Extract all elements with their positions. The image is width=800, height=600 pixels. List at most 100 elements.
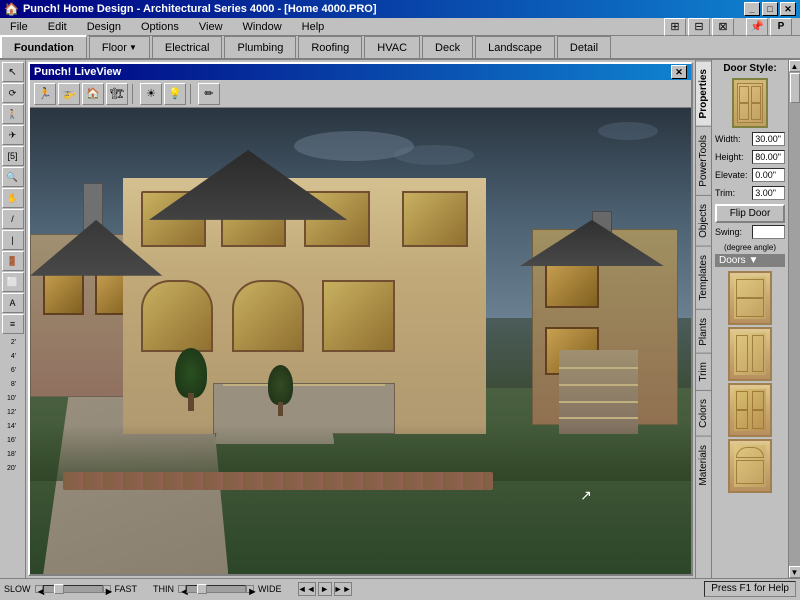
status-bar: SLOW ◄ ► FAST THIN ◄ ► WIDE ◄◄ ► ►► Pres…: [0, 578, 800, 598]
menu-file[interactable]: File: [4, 20, 34, 34]
menu-view[interactable]: View: [193, 20, 229, 34]
vtab-powertools[interactable]: PowerTools: [696, 126, 711, 195]
trim-value[interactable]: 3.00": [752, 186, 785, 200]
thin-right-arrow[interactable]: ►: [246, 585, 254, 593]
scroll-track[interactable]: [789, 72, 800, 566]
speed-slider[interactable]: [43, 585, 103, 593]
text-tool[interactable]: A: [2, 293, 24, 313]
height-value[interactable]: 80.00": [752, 150, 785, 164]
tab-detail[interactable]: Detail: [557, 36, 611, 58]
vtab-properties[interactable]: Properties: [696, 60, 711, 126]
view3-icon[interactable]: ⊠: [712, 18, 734, 36]
play-btn[interactable]: ►: [318, 582, 332, 596]
tab-deck[interactable]: Deck: [422, 36, 473, 58]
lv-sun-btn[interactable]: ☀: [140, 83, 162, 105]
grid-icon[interactable]: ⊞: [664, 18, 686, 36]
speed-thumb[interactable]: [54, 584, 64, 594]
elevate-value[interactable]: 0.00": [752, 168, 785, 182]
tab-landscape[interactable]: Landscape: [475, 36, 555, 58]
scroll-up-arrow[interactable]: ▲: [789, 60, 800, 72]
scroll-down-arrow[interactable]: ▼: [789, 566, 800, 578]
stair-tool[interactable]: ≡: [2, 314, 24, 334]
door-thumb-2[interactable]: [728, 327, 772, 381]
rotate-tool[interactable]: ⟳: [2, 83, 24, 103]
close-button[interactable]: ✕: [780, 2, 796, 16]
width-value[interactable]: 30.00": [752, 132, 785, 146]
left-toolbar: ↖ ⟳ 🚶 ✈ [5] 🔍 ✋ / | 🚪 ⬜ A ≡ 2' 4' 6' 8' …: [0, 60, 26, 578]
liveview-toolbar: 🏃 🚁 🏠 🏗 ☀ 💡 ✏: [30, 80, 691, 108]
menu-bar: File Edit Design Options View Window Hel…: [0, 18, 800, 36]
menu-window[interactable]: Window: [237, 20, 288, 34]
forward-btn[interactable]: ►►: [334, 582, 352, 596]
zoom-tool[interactable]: 🔍: [2, 167, 24, 187]
menu-help[interactable]: Help: [296, 20, 331, 34]
tab-foundation[interactable]: Foundation: [0, 35, 87, 58]
lv-walk-btn[interactable]: 🏃: [34, 83, 56, 105]
trim-field: Trim: 3.00": [715, 186, 785, 200]
menu-options[interactable]: Options: [135, 20, 185, 34]
vtab-templates[interactable]: Templates: [696, 246, 711, 309]
window-arch-1: [141, 280, 214, 352]
lv-light-btn[interactable]: 💡: [164, 83, 186, 105]
door-style-label: Door Style:: [715, 63, 785, 74]
slow-label: SLOW: [4, 584, 31, 594]
menu-design[interactable]: Design: [81, 20, 127, 34]
lv-outside-btn[interactable]: 🏠: [82, 83, 104, 105]
speed-right-arrow[interactable]: ►: [103, 585, 111, 593]
liveview-content[interactable]: ↗: [30, 108, 691, 574]
right-scrollbar: ▲ ▼: [788, 60, 800, 578]
right-panel: Properties PowerTools Objects Templates …: [695, 60, 800, 578]
menu-edit[interactable]: Edit: [42, 20, 73, 34]
punch-icon[interactable]: P: [770, 18, 792, 36]
lv-pencil-btn[interactable]: ✏: [198, 83, 220, 105]
width-thumb[interactable]: [197, 584, 207, 594]
vtab-objects[interactable]: Objects: [696, 195, 711, 246]
swing-field: Swing:: [715, 225, 785, 239]
width-slider[interactable]: [186, 585, 246, 593]
vtab-materials[interactable]: Materials: [696, 436, 711, 494]
thin-left-arrow[interactable]: ◄: [178, 585, 186, 593]
walk-tool[interactable]: 🚶: [2, 104, 24, 124]
window-tool[interactable]: ⬜: [2, 272, 24, 292]
speed-left-arrow[interactable]: ◄: [35, 585, 43, 593]
cloud-3: [598, 122, 658, 140]
app-title: Punch! Home Design - Architectural Serie…: [23, 3, 377, 15]
flip-door-button[interactable]: Flip Door: [715, 204, 785, 223]
wall-tool[interactable]: |: [2, 230, 24, 250]
minimize-button[interactable]: _: [744, 2, 760, 16]
tab-plumbing[interactable]: Plumbing: [224, 36, 296, 58]
hand-tool[interactable]: ✋: [2, 188, 24, 208]
scroll-thumb[interactable]: [790, 73, 800, 103]
tab-roofing[interactable]: Roofing: [298, 36, 362, 58]
lv-fly-btn[interactable]: 🚁: [58, 83, 80, 105]
wide-label: WIDE: [258, 584, 282, 594]
liveview-close-button[interactable]: ✕: [671, 65, 687, 79]
tab-floor[interactable]: Floor ▼: [89, 36, 150, 58]
measure-tool[interactable]: [5]: [2, 146, 24, 166]
lv-build-btn[interactable]: 🏗: [106, 83, 128, 105]
fly-tool[interactable]: ✈: [2, 125, 24, 145]
vtab-trim[interactable]: Trim: [696, 353, 711, 390]
elevate-field: Elevate: 0.00": [715, 168, 785, 182]
select-tool[interactable]: ↖: [2, 62, 24, 82]
door-thumb-1[interactable]: [728, 271, 772, 325]
tab-hvac[interactable]: HVAC: [364, 36, 420, 58]
door-thumb-4[interactable]: [728, 439, 772, 493]
window-center-4: [402, 191, 467, 247]
tab-electrical[interactable]: Electrical: [152, 36, 223, 58]
vtab-plants[interactable]: Plants: [696, 309, 711, 354]
pin-icon[interactable]: 📌: [746, 18, 768, 36]
line-tool[interactable]: /: [2, 209, 24, 229]
view2-icon[interactable]: ⊟: [688, 18, 710, 36]
liveview-window: Punch! LiveView ✕ 🏃 🚁 🏠 🏗 ☀ 💡 ✏: [28, 62, 693, 576]
doors-section-header[interactable]: Doors ▼: [715, 254, 785, 267]
vtab-colors[interactable]: Colors: [696, 390, 711, 436]
rewind-btn[interactable]: ◄◄: [298, 582, 316, 596]
swing-value[interactable]: [752, 225, 785, 239]
maximize-button[interactable]: □: [762, 2, 778, 16]
staircase: [559, 350, 638, 434]
door-tool[interactable]: 🚪: [2, 251, 24, 271]
right-vtabs: Properties PowerTools Objects Templates …: [696, 60, 712, 578]
door-thumb-3[interactable]: [728, 383, 772, 437]
window-right-1: [545, 259, 599, 307]
